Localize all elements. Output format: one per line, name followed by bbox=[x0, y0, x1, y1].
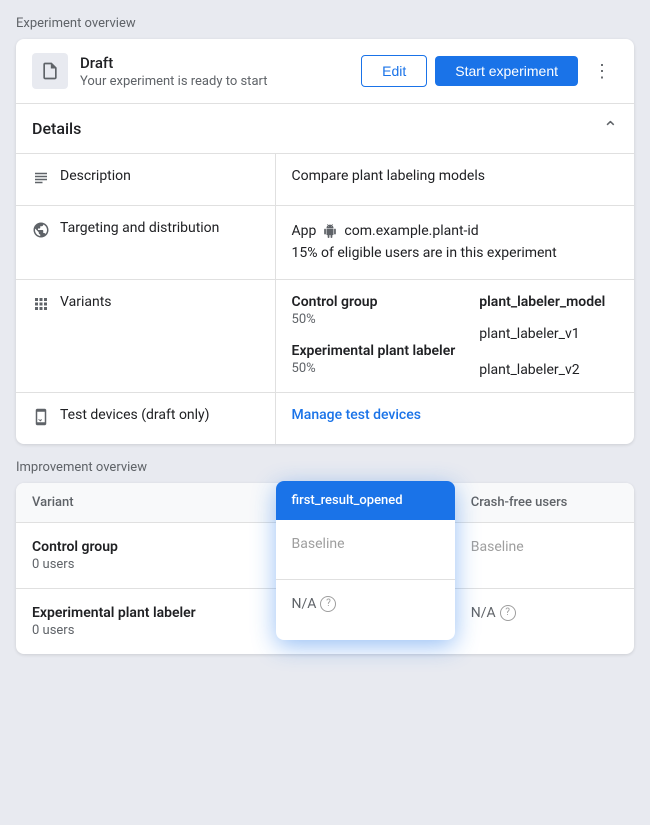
test-devices-value: Manage test devices bbox=[276, 393, 634, 444]
variants-models-col: plant_labeler_model plant_labeler_v1 pla… bbox=[479, 294, 605, 378]
app-id: com.example.plant-id bbox=[344, 220, 478, 242]
details-header: Details ⌃ bbox=[16, 104, 634, 154]
variants-value: Control group 50% Experimental plant lab… bbox=[276, 280, 634, 392]
app-line: App com.example.plant-id bbox=[292, 220, 618, 242]
active-col-experimental-row: N/A ? bbox=[276, 580, 455, 640]
active-na-question-icon[interactable]: ? bbox=[320, 596, 336, 612]
draft-header: Draft Your experiment is ready to start … bbox=[16, 39, 634, 104]
experimental-crash-free-na: N/A ? bbox=[471, 605, 618, 621]
experimental-users: 0 users bbox=[32, 623, 260, 638]
experimental-name-cell: Experimental plant labeler 0 users bbox=[16, 588, 276, 654]
test-devices-label: Test devices (draft only) bbox=[60, 407, 210, 423]
manage-test-devices-link[interactable]: Manage test devices bbox=[292, 407, 421, 423]
distribution-text: 15% of eligible users are in this experi… bbox=[292, 242, 618, 264]
variant-entry-experimental: Experimental plant labeler 50% bbox=[292, 343, 456, 376]
targeting-row: Targeting and distribution App com.examp… bbox=[16, 206, 634, 280]
test-devices-label-cell: Test devices (draft only) bbox=[16, 393, 276, 444]
variants-row: Variants Control group 50% Experimental … bbox=[16, 280, 634, 393]
draft-text: Draft Your experiment is ready to start bbox=[80, 54, 361, 89]
model-col-header: plant_labeler_model bbox=[479, 294, 605, 310]
active-column-overlay: first_result_opened Baseline N/A ? bbox=[276, 481, 455, 640]
description-row: Description Compare plant labeling model… bbox=[16, 154, 634, 206]
description-label: Description bbox=[60, 168, 131, 184]
draft-icon bbox=[32, 53, 68, 89]
active-col-control-row: Baseline bbox=[276, 520, 455, 580]
variants-label-cell: Variants bbox=[16, 280, 276, 392]
more-options-button[interactable]: ⋮ bbox=[586, 55, 618, 87]
control-crash-free-cell: Baseline bbox=[455, 522, 634, 588]
control-group-name-cell: Control group 0 users bbox=[16, 522, 276, 588]
description-icon bbox=[32, 169, 50, 191]
crash-free-na-text: N/A bbox=[471, 605, 496, 621]
targeting-icon bbox=[32, 221, 50, 243]
variants-icon bbox=[32, 295, 50, 317]
variant-name-control: Control group bbox=[292, 294, 456, 310]
experiment-overview-card: Draft Your experiment is ready to start … bbox=[16, 39, 634, 444]
android-icon bbox=[323, 224, 337, 238]
col-header-variant: Variant bbox=[16, 483, 276, 523]
model-v1-entry: plant_labeler_v1 bbox=[479, 326, 605, 342]
variants-label: Variants bbox=[60, 294, 112, 310]
targeting-label: Targeting and distribution bbox=[60, 220, 219, 236]
targeting-label-cell: Targeting and distribution bbox=[16, 206, 276, 279]
file-icon bbox=[40, 61, 60, 81]
improvement-table-container: Variant first_result_opened Crash-free u… bbox=[16, 483, 634, 654]
improvement-overview-section: Improvement overview Variant first_resul… bbox=[16, 460, 634, 654]
control-group-users: 0 users bbox=[32, 557, 260, 572]
improvement-overview-card: Variant first_result_opened Crash-free u… bbox=[16, 483, 634, 654]
control-group-name: Control group bbox=[32, 539, 260, 555]
details-title: Details bbox=[32, 119, 81, 138]
description-value: Compare plant labeling models bbox=[276, 154, 634, 205]
targeting-value: App com.example.plant-id 15% of eligible… bbox=[276, 206, 634, 279]
variant-percent-control: 50% bbox=[292, 312, 456, 327]
test-devices-icon bbox=[32, 408, 50, 430]
experimental-name: Experimental plant labeler bbox=[32, 605, 260, 621]
test-devices-row: Test devices (draft only) Manage test de… bbox=[16, 393, 634, 444]
model-v2: plant_labeler_v2 bbox=[479, 362, 605, 378]
variants-names-col: Control group 50% Experimental plant lab… bbox=[292, 294, 456, 376]
collapse-icon[interactable]: ⌃ bbox=[603, 118, 618, 139]
active-col-header: first_result_opened bbox=[276, 481, 455, 520]
description-label-cell: Description bbox=[16, 154, 276, 205]
app-label-text: App bbox=[292, 220, 317, 242]
active-col-control-baseline: Baseline bbox=[292, 536, 345, 552]
model-v1: plant_labeler_v1 bbox=[479, 326, 605, 342]
variant-entry-control: Control group 50% bbox=[292, 294, 456, 327]
variant-name-experimental: Experimental plant labeler bbox=[292, 343, 456, 359]
model-v2-entry: plant_labeler_v2 bbox=[479, 362, 605, 378]
crash-free-question-icon[interactable]: ? bbox=[500, 605, 516, 621]
improvement-section-title: Improvement overview bbox=[16, 460, 634, 475]
draft-subtitle: Your experiment is ready to start bbox=[80, 74, 361, 89]
start-experiment-button[interactable]: Start experiment bbox=[435, 56, 578, 86]
control-crash-free-baseline: Baseline bbox=[471, 539, 524, 555]
experiment-overview-section: Experiment overview Draft Your experimen… bbox=[16, 16, 634, 444]
edit-button[interactable]: Edit bbox=[361, 55, 427, 87]
experiment-section-title: Experiment overview bbox=[16, 16, 634, 31]
col-header-crash-free: Crash-free users bbox=[455, 483, 634, 523]
active-col-experimental-na: N/A ? bbox=[292, 596, 439, 612]
draft-status: Draft bbox=[80, 54, 361, 72]
variant-percent-experimental: 50% bbox=[292, 361, 456, 376]
active-na-text: N/A bbox=[292, 596, 317, 612]
experimental-crash-free-cell: N/A ? bbox=[455, 588, 634, 654]
draft-actions: Edit Start experiment ⋮ bbox=[361, 55, 618, 87]
